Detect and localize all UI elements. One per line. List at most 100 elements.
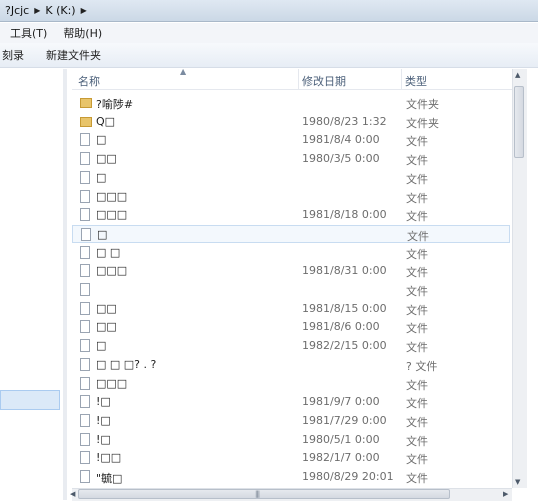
file-row[interactable]: ?喻陟# 文件夹 bbox=[72, 94, 510, 112]
file-icon bbox=[80, 451, 90, 465]
file-name: □□□ bbox=[96, 376, 128, 390]
new-folder-button[interactable]: 新建文件夹 bbox=[40, 47, 107, 63]
file-row[interactable]: □□ 1981/8/6 0:00 文件 bbox=[72, 318, 510, 336]
file-row[interactable]: □ □ □? . ? ? 文件 bbox=[72, 356, 510, 374]
file-row[interactable]: □ □ 文件 bbox=[72, 244, 510, 262]
file-date: 1981/8/6 0:00 bbox=[302, 320, 380, 334]
file-name: "毓□ bbox=[96, 472, 123, 485]
file-type: 文件夹 bbox=[406, 98, 439, 111]
column-type[interactable]: 类型 bbox=[405, 73, 427, 89]
grip-icon: ||| bbox=[255, 490, 260, 498]
file-row[interactable]: !□□ 1982/1/7 0:00 文件 bbox=[72, 449, 510, 467]
file-type: 文件 bbox=[406, 154, 428, 168]
navigation-pane[interactable] bbox=[0, 69, 67, 500]
column-divider[interactable] bbox=[298, 69, 299, 89]
file-type: 文件 bbox=[406, 415, 428, 429]
file-icon bbox=[80, 470, 90, 483]
menu-bar: 工具(T) 帮助(H) bbox=[0, 23, 538, 43]
file-name: □ □ □? . ? bbox=[96, 357, 157, 371]
file-row[interactable]: □□□ 1981/8/31 0:00 文件 bbox=[72, 262, 510, 280]
file-date: 1980/8/23 1:32 bbox=[302, 114, 387, 128]
address-bar[interactable]: ?Jcjc ▶ K (K:) ▶ bbox=[0, 0, 538, 22]
file-type: 文件 bbox=[406, 172, 428, 186]
menu-tools[interactable]: 工具(T) bbox=[0, 25, 53, 41]
file-date: 1980/5/1 0:00 bbox=[302, 432, 380, 446]
file-type: 文件 bbox=[406, 472, 428, 485]
file-date: 1981/8/31 0:00 bbox=[302, 264, 387, 278]
breadcrumb-drive[interactable]: K (K:) bbox=[42, 4, 78, 17]
file-date: 1982/1/7 0:00 bbox=[302, 451, 380, 465]
file-row[interactable]: !□ 1981/7/29 0:00 文件 bbox=[72, 412, 510, 430]
file-row[interactable]: □□□ 文件 bbox=[72, 188, 510, 206]
file-name: □ bbox=[97, 227, 108, 241]
file-row[interactable]: 文件 bbox=[72, 281, 510, 299]
file-row[interactable]: "毓□ 1980/8/29 20:01 文件 bbox=[72, 468, 510, 486]
file-name: !□□ bbox=[96, 451, 122, 465]
file-row[interactable]: Q□ 1980/8/23 1:32 文件夹 bbox=[72, 113, 510, 131]
file-name: Q□ bbox=[96, 114, 116, 128]
file-icon bbox=[80, 432, 90, 446]
menu-help[interactable]: 帮助(H) bbox=[53, 25, 108, 41]
file-type: 文件 bbox=[406, 266, 428, 280]
scroll-left-icon[interactable]: ◀ bbox=[70, 490, 75, 498]
file-type: 文件 bbox=[406, 247, 428, 261]
file-row[interactable]: □ 1982/2/15 0:00 文件 bbox=[72, 337, 510, 355]
folder-icon bbox=[80, 116, 92, 127]
file-name: !□ bbox=[96, 432, 111, 446]
file-icon bbox=[80, 376, 90, 390]
breadcrumb-folder[interactable]: ?Jcjc bbox=[2, 4, 32, 17]
file-name: □□□ bbox=[96, 264, 128, 278]
file-name: ?喻陟# bbox=[96, 98, 134, 111]
file-type: 文件 bbox=[406, 210, 428, 224]
file-icon bbox=[80, 320, 90, 334]
file-date: 1981/8/4 0:00 bbox=[302, 133, 380, 147]
file-name: □□ bbox=[96, 301, 117, 315]
file-row[interactable]: □□ 1981/8/15 0:00 文件 bbox=[72, 300, 510, 318]
scroll-right-icon[interactable]: ▶ bbox=[503, 490, 508, 498]
file-row[interactable]: □□□ 1981/8/18 0:00 文件 bbox=[72, 206, 510, 224]
file-type: 文件 bbox=[406, 378, 428, 392]
file-type: 文件 bbox=[406, 285, 428, 298]
file-name: □□ bbox=[96, 152, 117, 166]
file-type: 文件 bbox=[406, 397, 428, 411]
column-name[interactable]: 名称 bbox=[78, 73, 100, 89]
file-name: □□□ bbox=[96, 208, 128, 222]
file-row[interactable]: !□ 1981/9/7 0:00 文件 bbox=[72, 393, 510, 411]
file-row[interactable]: □ 1981/8/4 0:00 文件 bbox=[72, 131, 510, 149]
file-list[interactable]: ?喻陟# 文件夹 Q□ 1980/8/23 1:32 文件夹 □ 1981/8/4 0:00… bbox=[72, 94, 512, 488]
folder-icon bbox=[80, 98, 92, 108]
vertical-scroll-thumb[interactable] bbox=[514, 86, 524, 158]
horizontal-scroll-thumb[interactable] bbox=[78, 489, 450, 499]
chevron-right-icon[interactable]: ▶ bbox=[32, 6, 42, 15]
file-row[interactable]: □ 文件 bbox=[72, 169, 510, 187]
file-type: 文件 bbox=[407, 229, 429, 243]
chevron-right-icon[interactable]: ▶ bbox=[79, 6, 89, 15]
toolbar: 刻录 新建文件夹 bbox=[0, 43, 538, 68]
file-name: □□□ bbox=[96, 189, 128, 203]
file-date: 1981/7/29 0:00 bbox=[302, 413, 387, 427]
file-name: !□ bbox=[96, 395, 111, 409]
nav-scrollbar[interactable] bbox=[63, 69, 67, 500]
scroll-down-icon[interactable]: ▼ bbox=[515, 478, 520, 486]
file-type: 文件 bbox=[406, 341, 428, 355]
file-date: 1980/8/29 20:01 bbox=[302, 470, 394, 483]
file-row[interactable]: □□ 1980/3/5 0:00 文件 bbox=[72, 150, 510, 168]
file-icon bbox=[80, 152, 90, 166]
file-icon bbox=[81, 227, 91, 241]
file-icon bbox=[80, 395, 90, 409]
file-icon bbox=[80, 245, 90, 259]
column-date[interactable]: 修改日期 bbox=[302, 73, 346, 89]
file-row[interactable]: □□□ 文件 bbox=[72, 375, 510, 393]
file-name: □ bbox=[96, 170, 107, 184]
file-icon bbox=[80, 301, 90, 315]
file-type: 文件 bbox=[406, 434, 428, 448]
file-type: 文件 bbox=[406, 322, 428, 336]
file-row[interactable]: !□ 1980/5/1 0:00 文件 bbox=[72, 431, 510, 449]
file-name: □ bbox=[96, 133, 107, 147]
file-type: 文件 bbox=[406, 191, 428, 205]
scroll-up-icon[interactable]: ▲ bbox=[515, 71, 520, 79]
burn-button[interactable]: 刻录 bbox=[0, 47, 30, 63]
nav-selected-item[interactable] bbox=[0, 390, 60, 410]
file-row[interactable]: □ 文件 bbox=[72, 224, 510, 243]
column-divider[interactable] bbox=[401, 69, 402, 89]
